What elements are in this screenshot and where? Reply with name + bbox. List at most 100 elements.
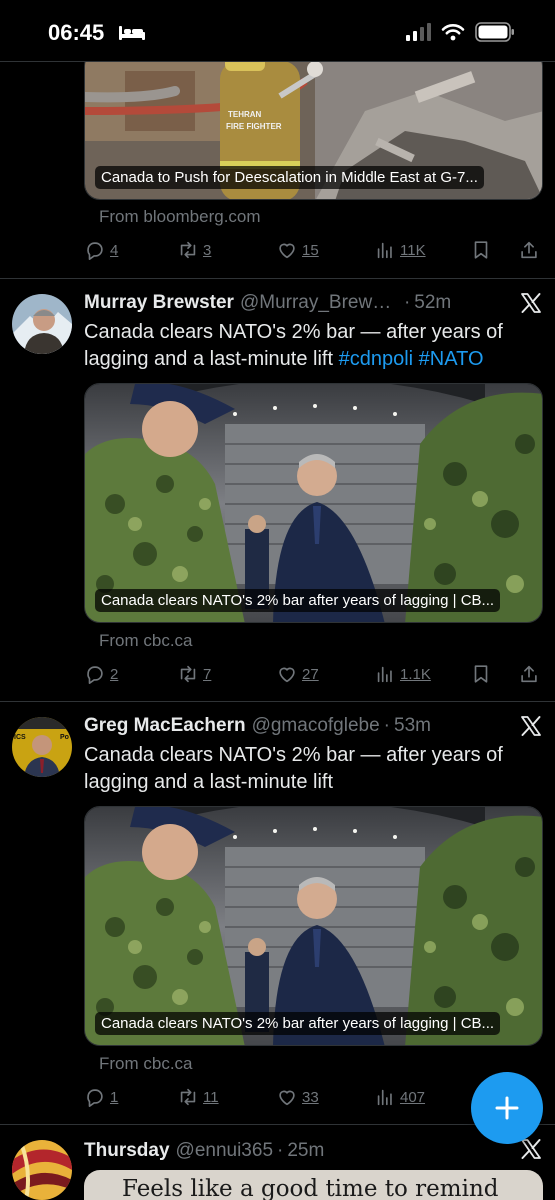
bookmark-button[interactable] <box>470 236 492 264</box>
card-caption: Canada to Push for Deescalation in Middl… <box>95 166 484 189</box>
action-bar: 2 7 27 1.1K <box>84 660 543 688</box>
x-logo-icon <box>519 291 543 315</box>
views-button[interactable]: 1.1K <box>374 660 431 688</box>
share-icon <box>518 239 540 261</box>
post-time[interactable]: 53m <box>394 715 431 737</box>
like-icon <box>276 239 298 261</box>
reply-button[interactable]: 4 <box>84 236 118 264</box>
separator-dot: · <box>383 715 390 736</box>
reply-icon <box>84 239 106 261</box>
like-count: 27 <box>302 665 319 683</box>
like-count: 15 <box>302 241 319 259</box>
card-caption: Canada clears NATO's 2% bar after years … <box>95 589 501 612</box>
like-button[interactable]: 27 <box>276 660 319 688</box>
bookmark-button[interactable] <box>470 660 492 688</box>
tweet-greg-maceachern[interactable]: ICS Po Greg MacEachern @gmacofglebe · 53… <box>0 702 555 1125</box>
views-count: 407 <box>400 1088 426 1106</box>
link-card[interactable]: Canada clears NATO's 2% bar after years … <box>84 806 543 1046</box>
compose-icon <box>495 1096 519 1120</box>
views-button[interactable]: 11K <box>374 236 426 264</box>
link-card[interactable]: Canada clears NATO's 2% bar after years … <box>84 383 543 623</box>
avatar[interactable] <box>12 1140 72 1200</box>
separator-dot: · <box>403 292 411 313</box>
tweet-header: Thursday @ennui365 · 25m <box>84 1136 543 1166</box>
author-handle[interactable]: @gmacofglebe <box>252 715 380 737</box>
status-indicators <box>405 22 515 42</box>
avatar[interactable] <box>12 294 72 354</box>
battery-icon <box>475 22 514 42</box>
avatar[interactable]: ICS Po <box>12 717 72 777</box>
card-image <box>85 384 542 622</box>
views-count: 1.1K <box>400 665 431 683</box>
compose-button[interactable] <box>471 1072 543 1144</box>
reply-icon <box>84 1086 106 1108</box>
separator-dot: · <box>277 1140 284 1161</box>
hashtag-cdnpoli[interactable]: #cdnpoli <box>339 348 414 370</box>
repost-count: 7 <box>203 665 212 683</box>
tweet-text: Canada clears NATO's 2% bar — after year… <box>84 744 503 793</box>
author-name[interactable]: Thursday <box>84 1140 170 1162</box>
bed-icon <box>119 26 145 40</box>
image-label-2: FIRE FIGHTER <box>226 122 282 131</box>
bookmark-icon <box>470 239 492 261</box>
wifi-icon <box>441 24 465 41</box>
bookmark-icon <box>470 663 492 685</box>
reply-button[interactable]: 1 <box>84 1083 118 1111</box>
like-button[interactable]: 33 <box>276 1083 319 1111</box>
tweet-header: Murray Brewster @Murray_Brewst... · 52m <box>84 288 543 318</box>
like-icon <box>276 663 298 685</box>
card-source[interactable]: From cbc.ca <box>99 1054 193 1074</box>
hashtag-nato[interactable]: #NATO <box>419 348 484 370</box>
repost-button[interactable]: 7 <box>177 660 211 688</box>
tweet-text: Canada clears NATO's 2% bar — after year… <box>84 319 537 373</box>
card-source[interactable]: From bloomberg.com <box>99 207 261 227</box>
views-button[interactable]: 407 <box>374 1083 425 1111</box>
reply-count: 4 <box>110 241 119 259</box>
views-icon <box>374 239 396 261</box>
author-name[interactable]: Greg MacEachern <box>84 715 246 737</box>
link-card[interactable]: TEHRAN FIRE FIGHTER Canada to Push for D… <box>84 50 543 200</box>
tweet-header: Greg MacEachern @gmacofglebe · 53m <box>84 711 543 741</box>
reply-icon <box>84 663 106 685</box>
x-logo-icon <box>519 714 543 738</box>
author-name[interactable]: Murray Brewster <box>84 292 234 314</box>
action-bar: 4 3 15 11K <box>84 236 543 264</box>
repost-count: 3 <box>203 241 212 259</box>
reply-count: 1 <box>110 1088 119 1106</box>
share-icon <box>518 663 540 685</box>
repost-count: 11 <box>203 1088 219 1106</box>
repost-icon <box>177 239 199 261</box>
post-time[interactable]: 52m <box>414 292 451 314</box>
like-count: 33 <box>302 1088 319 1106</box>
repost-button[interactable]: 11 <box>177 1083 219 1111</box>
image-card-text: Feels like a good time to remind <box>122 1176 499 1200</box>
status-time: 06:45 <box>48 20 105 45</box>
share-button[interactable] <box>518 660 540 688</box>
image-label-1: TEHRAN <box>228 110 262 119</box>
post-time[interactable]: 25m <box>287 1140 324 1162</box>
avatar-text-right: Po <box>60 734 69 741</box>
tweet-thursday[interactable]: Thursday @ennui365 · 25m Feels like a go… <box>0 1125 555 1200</box>
views-icon <box>374 663 396 685</box>
like-icon <box>276 1086 298 1108</box>
status-bar: 06:45 <box>0 0 555 62</box>
image-card[interactable]: Feels like a good time to remind <box>84 1170 543 1200</box>
like-button[interactable]: 15 <box>276 236 319 264</box>
x-logo-icon <box>519 1137 543 1161</box>
views-count: 11K <box>400 241 426 259</box>
tweet-murray-brewster[interactable]: Murray Brewster @Murray_Brewst... · 52m … <box>0 279 555 702</box>
repost-icon <box>177 663 199 685</box>
card-image <box>85 807 542 1045</box>
repost-button[interactable]: 3 <box>177 236 211 264</box>
signal-icon <box>406 23 431 41</box>
avatar-text-left: ICS <box>14 734 26 741</box>
author-handle[interactable]: @Murray_Brewst... <box>240 292 400 314</box>
share-button[interactable] <box>518 236 540 264</box>
views-icon <box>374 1086 396 1108</box>
reply-button[interactable]: 2 <box>84 660 118 688</box>
card-caption: Canada clears NATO's 2% bar after years … <box>95 1012 501 1035</box>
repost-icon <box>177 1086 199 1108</box>
card-source[interactable]: From cbc.ca <box>99 631 193 651</box>
author-handle[interactable]: @ennui365 <box>176 1140 273 1162</box>
reply-count: 2 <box>110 665 119 683</box>
